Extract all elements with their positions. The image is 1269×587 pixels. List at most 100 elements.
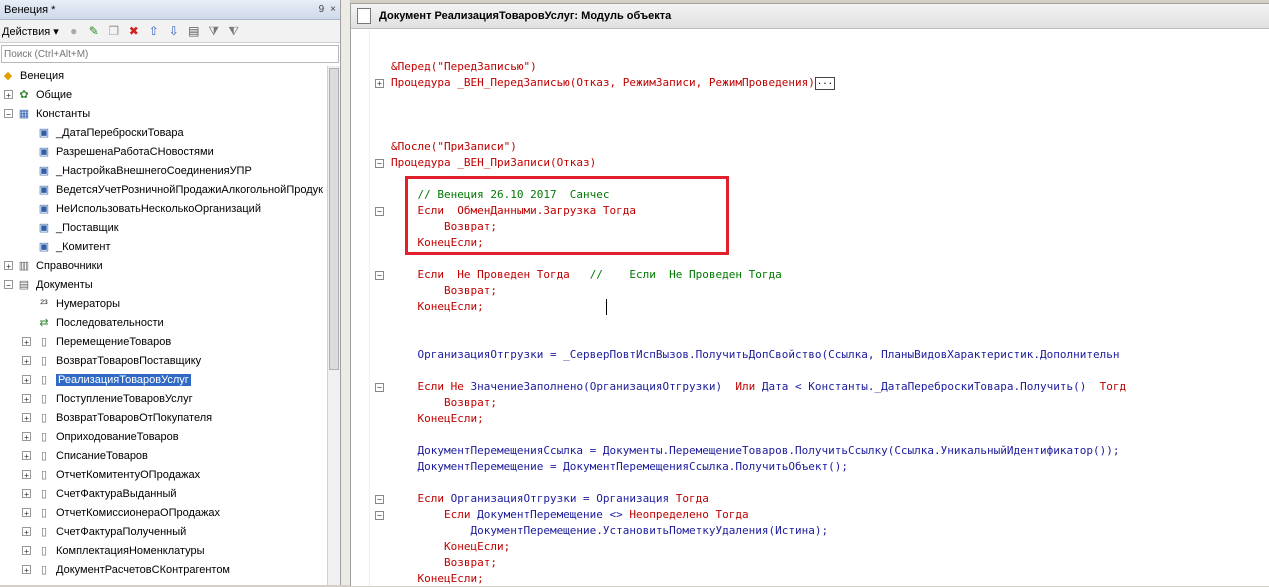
expand-icon[interactable]: + bbox=[4, 261, 13, 271]
fold-expand-icon[interactable]: + bbox=[375, 79, 384, 88]
tree-item[interactable]: + ▯ ВозвратТоваровОтПокупателя bbox=[0, 408, 327, 427]
code-line: Возврат; bbox=[391, 555, 497, 571]
tree-item[interactable]: − ▦ Константы bbox=[0, 104, 327, 123]
code-area[interactable]: &Перед("ПередЗаписью") + Процедура _ВЕН_Пе… bbox=[375, 29, 1269, 586]
code-token: ЗначениеЗаполнено(ОрганизацияОтгрузки) bbox=[470, 380, 729, 393]
code-line: КонецЕсли; bbox=[391, 299, 484, 315]
common-icon: ✿ bbox=[19, 89, 29, 101]
copy-icon[interactable]: ❐ bbox=[105, 22, 123, 40]
editor-title-bar: Документ РеализацияТоваровУслуг: Модуль … bbox=[351, 4, 1269, 29]
tree-item-label: Общие bbox=[36, 88, 73, 101]
collapse-icon[interactable]: − bbox=[4, 109, 13, 119]
pin-icon[interactable]: 9 bbox=[319, 4, 325, 15]
expand-icon[interactable]: + bbox=[22, 470, 31, 480]
clear-filter-icon[interactable]: ⧨ bbox=[225, 22, 243, 40]
tree-item[interactable]: ▣ _ДатаПереброскиТовара bbox=[0, 123, 327, 142]
tree-item[interactable]: ◆ Венеция bbox=[0, 66, 327, 85]
expand-icon[interactable]: + bbox=[4, 90, 13, 100]
properties-icon[interactable]: ▤ bbox=[185, 22, 203, 40]
tree-scrollbar[interactable] bbox=[327, 66, 340, 585]
actions-menu-button[interactable]: Действия ▾ bbox=[2, 25, 59, 38]
collapse-icon[interactable]: − bbox=[4, 280, 13, 290]
add-icon[interactable]: ● bbox=[65, 22, 83, 40]
document-icon: ▯ bbox=[40, 412, 48, 424]
fold-collapse-icon[interactable]: − bbox=[375, 383, 384, 392]
delete-icon[interactable]: ✖ bbox=[125, 22, 143, 40]
tree-item[interactable]: ▣ _НастройкаВнешнегоСоединенияУПР bbox=[0, 161, 327, 180]
constant-icon: ▣ bbox=[38, 146, 50, 158]
fold-collapse-icon[interactable]: − bbox=[375, 511, 384, 520]
code-line: Процедура _ВЕН_ПриЗаписи(Отказ) bbox=[391, 155, 596, 171]
editor-gutter bbox=[351, 29, 370, 586]
fold-collapse-icon[interactable]: − bbox=[375, 271, 384, 280]
tree-item[interactable]: + ▯ СчетФактураПолученный bbox=[0, 522, 327, 541]
code-line: Возврат; bbox=[391, 395, 497, 411]
document-icon: ▯ bbox=[40, 450, 48, 462]
expand-icon[interactable]: + bbox=[22, 451, 31, 461]
sequences-icon: ⇄ bbox=[39, 317, 49, 329]
tree-item[interactable]: + ▯ КомплектацияНоменклатуры bbox=[0, 541, 327, 560]
document-icon: ▯ bbox=[40, 336, 48, 348]
tree-item[interactable]: + ▯ РеализацияТоваровУслуг bbox=[0, 370, 327, 389]
code-token: ОрганизацияОтгрузки = _СерверПовтИспВызо… bbox=[391, 348, 1120, 361]
code-token: ОрганизацияОтгрузки = Организация bbox=[450, 492, 676, 505]
expand-icon[interactable]: + bbox=[22, 489, 31, 499]
move-up-icon[interactable]: ⇧ bbox=[145, 22, 163, 40]
tree-item[interactable]: + ▯ ВозвратТоваровПоставщику bbox=[0, 351, 327, 370]
tree-item[interactable]: ⇄ Последовательности bbox=[0, 313, 327, 332]
expand-icon[interactable]: + bbox=[22, 565, 31, 575]
close-icon[interactable]: × bbox=[330, 4, 336, 15]
tree-item[interactable]: ▣ РазрешенаРаботаСНовостями bbox=[0, 142, 327, 161]
expand-icon[interactable]: + bbox=[22, 356, 31, 366]
code-token: КонецЕсли; bbox=[391, 540, 511, 553]
tree-item-label: Справочники bbox=[36, 259, 103, 272]
tree-item-label: _НастройкаВнешнегоСоединенияУПР bbox=[56, 164, 252, 177]
search-field[interactable] bbox=[1, 45, 339, 63]
tree-item[interactable]: + ▯ СчетФактураВыданный bbox=[0, 484, 327, 503]
code-line: ДокументПеремещение = ДокументПеремещени… bbox=[391, 459, 848, 475]
tree-item-label: ОприходованиеТоваров bbox=[56, 430, 179, 443]
expand-icon[interactable]: + bbox=[22, 337, 31, 347]
document-icon: ▯ bbox=[40, 374, 48, 386]
code-token: КонецЕсли; bbox=[391, 412, 484, 425]
code-token: ДокументПеремещение = ДокументПеремещени… bbox=[391, 460, 848, 473]
expand-icon[interactable]: + bbox=[22, 394, 31, 404]
expand-icon[interactable]: + bbox=[22, 375, 31, 385]
code-line: КонецЕсли; bbox=[391, 539, 510, 555]
text-cursor bbox=[606, 299, 607, 315]
expand-icon[interactable]: + bbox=[22, 508, 31, 518]
tree-item[interactable]: + ▯ ДокументРасчетовСКонтрагентом bbox=[0, 560, 327, 579]
edit-icon[interactable]: ✎ bbox=[85, 22, 103, 40]
fold-collapse-icon[interactable]: − bbox=[375, 207, 384, 216]
editor-title: Документ РеализацияТоваровУслуг: Модуль … bbox=[379, 10, 672, 22]
expand-icon[interactable]: + bbox=[22, 413, 31, 423]
filter-icon[interactable]: ⧩ bbox=[205, 22, 223, 40]
tree-item[interactable]: ▣ _Комитент bbox=[0, 237, 327, 256]
tree-item[interactable]: + ▯ ОприходованиеТоваров bbox=[0, 427, 327, 446]
fold-collapse-icon[interactable]: − bbox=[375, 159, 384, 168]
scrollbar-thumb[interactable] bbox=[329, 68, 339, 370]
splitter[interactable] bbox=[341, 0, 350, 585]
tree-item-label: Документы bbox=[36, 278, 93, 291]
tree-item[interactable]: + ▥ Справочники bbox=[0, 256, 327, 275]
tree-item[interactable]: + ▯ ПоступлениеТоваровУслуг bbox=[0, 389, 327, 408]
tree-item[interactable]: + ✿ Общие bbox=[0, 85, 327, 104]
expand-icon[interactable]: + bbox=[22, 527, 31, 537]
tree-item-label: _Поставщик bbox=[56, 221, 119, 234]
collapsed-block-marker[interactable]: ... bbox=[814, 76, 836, 90]
search-input[interactable] bbox=[4, 48, 304, 60]
tree-item[interactable]: + ▯ ПеремещениеТоваров bbox=[0, 332, 327, 351]
tree-item[interactable]: ▣ НеИспользоватьНесколькоОрганизаций bbox=[0, 199, 327, 218]
tree-item[interactable]: + ▯ СписаниеТоваров bbox=[0, 446, 327, 465]
expand-icon[interactable]: + bbox=[22, 546, 31, 556]
fold-collapse-icon[interactable]: − bbox=[375, 495, 384, 504]
code-token: КонецЕсли; bbox=[391, 300, 484, 313]
tree-item[interactable]: + ▯ ОтчетКомитентуОПродажах bbox=[0, 465, 327, 484]
expand-icon[interactable]: + bbox=[22, 432, 31, 442]
tree-item[interactable]: ▣ _Поставщик bbox=[0, 218, 327, 237]
tree-item[interactable]: + ▯ ОтчетКомиссионераОПродажах bbox=[0, 503, 327, 522]
move-down-icon[interactable]: ⇩ bbox=[165, 22, 183, 40]
tree-item[interactable]: − ▤ Документы bbox=[0, 275, 327, 294]
tree-item[interactable]: ▣ ВедетсяУчетРозничнойПродажиАлкогольнойП… bbox=[0, 180, 327, 199]
tree-item[interactable]: ²³ Нумераторы bbox=[0, 294, 327, 313]
